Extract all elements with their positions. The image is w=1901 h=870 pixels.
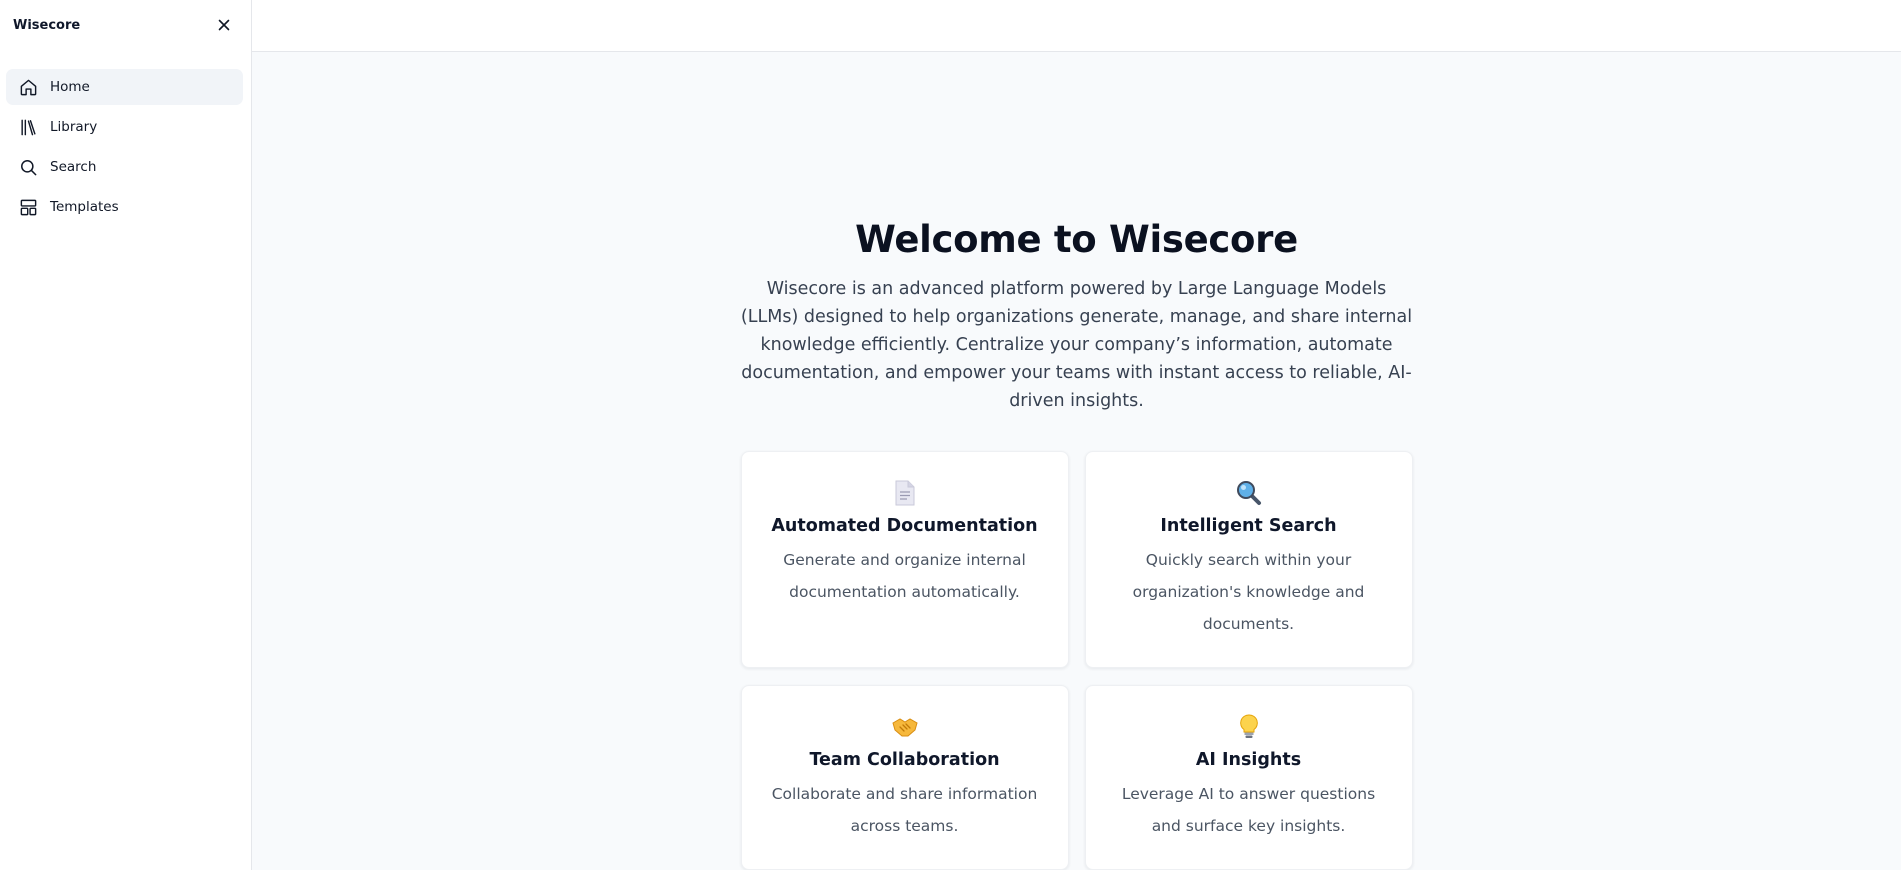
feature-card-automated-documentation: Automated Documentation Generate and org… (740, 451, 1069, 668)
feature-card-title: Intelligent Search (1160, 516, 1337, 536)
sidebar-item-label: Home (50, 79, 90, 95)
close-icon (218, 19, 230, 31)
feature-card-title: Team Collaboration (809, 750, 1000, 770)
feature-card-description: Leverage AI to answer questions and surf… (1121, 785, 1376, 835)
handshake-icon (891, 712, 919, 742)
templates-icon (18, 197, 38, 217)
feature-card-description: Generate and organize internal documenta… (783, 551, 1026, 601)
close-sidebar-button[interactable] (211, 12, 237, 38)
feature-card-title: AI Insights (1195, 750, 1302, 770)
intro-text: Wisecore is an advanced platform powered… (740, 279, 1413, 411)
sidebar-item-label: Search (50, 159, 97, 175)
feature-cards: Automated Documentation Generate and org… (740, 451, 1413, 870)
feature-card-intelligent-search: Intelligent Search Quickly search within… (1084, 451, 1413, 668)
feature-card-team-collaboration: Team Collaboration Collaborate and share… (740, 685, 1069, 870)
home-icon (18, 77, 38, 97)
page-title: Welcome to Wisecore (855, 218, 1298, 261)
feature-card-ai-insights: AI Insights Leverage AI to answer questi… (1084, 685, 1413, 870)
library-icon (18, 117, 38, 137)
feature-card-description: Collaborate and share information across… (771, 785, 1038, 835)
magnifier-icon (1236, 478, 1262, 508)
sidebar-item-label: Library (50, 119, 98, 135)
search-icon (18, 157, 38, 177)
sidebar-item-templates[interactable]: Templates (6, 189, 243, 225)
feature-card-description: Quickly search within your organization'… (1132, 551, 1365, 633)
sidebar-header: Wisecore (0, 0, 251, 50)
app-root: Wisecore Home Library Search Templates W… (0, 0, 1901, 870)
feature-card-title: Automated Documentation (771, 516, 1038, 536)
brand-name: Wisecore (13, 17, 81, 33)
main-area: Welcome to Wisecore Wisecore is an advan… (252, 0, 1901, 870)
lightbulb-icon (1239, 712, 1259, 742)
sidebar-item-home[interactable]: Home (6, 69, 243, 105)
sidebar-item-label: Templates (50, 199, 119, 215)
top-bar (252, 0, 1901, 52)
sidebar-item-search[interactable]: Search (6, 149, 243, 185)
document-icon (894, 478, 916, 508)
sidebar-nav: Home Library Search Templates (0, 50, 251, 225)
welcome-content: Welcome to Wisecore Wisecore is an advan… (252, 52, 1901, 870)
sidebar-item-library[interactable]: Library (6, 109, 243, 145)
sidebar: Wisecore Home Library Search Templates (0, 0, 252, 870)
